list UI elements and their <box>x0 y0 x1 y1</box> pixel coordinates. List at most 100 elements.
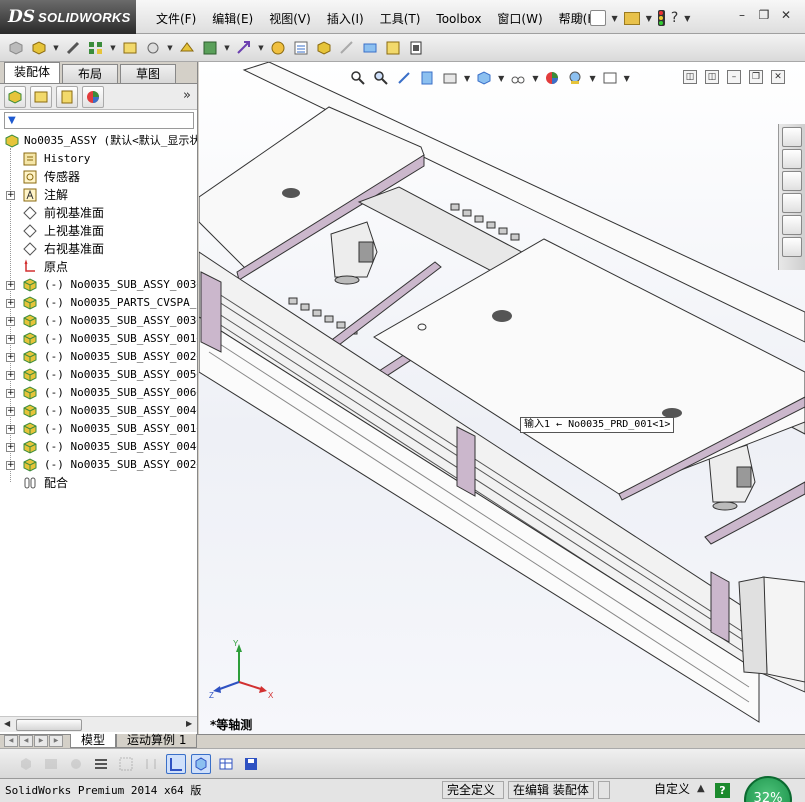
display-dropdown-icon[interactable]: ▼ <box>532 74 538 83</box>
dynamic-annotation-icon[interactable] <box>441 69 459 87</box>
expand-toggle-icon[interactable]: + <box>6 443 15 452</box>
design-library-icon[interactable] <box>782 149 802 169</box>
edit-appearance-icon[interactable] <box>543 69 561 87</box>
menu-insert[interactable]: 插入(I) <box>319 10 372 28</box>
traffic-light-icon[interactable] <box>657 10 665 26</box>
new-dropdown-icon[interactable]: ▼ <box>612 14 618 23</box>
help-question-icon[interactable]: ? <box>671 10 678 26</box>
tree-item[interactable]: 配合 <box>0 474 197 492</box>
expand-toggle-icon[interactable]: + <box>6 461 15 470</box>
component-appearance-icon[interactable] <box>41 754 61 774</box>
move-dropdown-icon[interactable]: ▼ <box>166 44 174 52</box>
linear-pattern-icon[interactable] <box>86 38 106 58</box>
save-view-icon[interactable] <box>241 754 261 774</box>
menu-file[interactable]: 文件(F) <box>148 10 204 28</box>
expand-toggle-icon[interactable]: + <box>6 191 15 200</box>
lightweight-icon[interactable] <box>66 754 86 774</box>
assembly-features-icon[interactable] <box>200 38 220 58</box>
tab-sketch[interactable]: 草图 <box>120 64 176 83</box>
minimize-icon[interactable]: – <box>734 8 750 24</box>
solidworks-resources-icon[interactable] <box>782 127 802 147</box>
tree-item[interactable]: + 注解 <box>0 186 197 204</box>
pin-icon[interactable]: ⚲ <box>574 11 584 26</box>
tree-item[interactable]: + (-) No0035_SUB_ASSY_002<2> <box>0 456 197 474</box>
display-manager-tab-icon[interactable] <box>82 85 104 108</box>
next-tab-icon[interactable]: ▶ <box>34 735 48 747</box>
move-component-icon[interactable] <box>143 38 163 58</box>
display-style-icon[interactable] <box>509 69 527 87</box>
orientation-dropdown-icon[interactable]: ▼ <box>498 74 504 83</box>
isometric-view-icon[interactable] <box>191 753 211 774</box>
tree-item[interactable]: + (-) No0035_SUB_ASSY_003<2> <box>0 312 197 330</box>
hole-alignment-icon[interactable] <box>406 38 426 58</box>
graphics-area[interactable]: ▼ ▼ ▼ ▼ ▼ ◫ ◫ – ❐ ✕ 输入1 ← No0035_PRD_001… <box>199 62 805 734</box>
sort-icon[interactable] <box>141 754 161 774</box>
prev-tab-icon[interactable]: ◀ <box>19 735 33 747</box>
help-dropdown-icon[interactable]: ▼ <box>684 14 690 23</box>
viewport-split-right-icon[interactable]: ◫ <box>705 70 719 84</box>
tree-item[interactable]: + (-) No0035_SUB_ASSY_001<1> <box>0 330 197 348</box>
tree-root[interactable]: No0035_ASSY (默认<默认_显示状 <box>0 132 197 150</box>
restore-icon[interactable]: ❐ <box>756 8 772 24</box>
property-manager-tab-icon[interactable] <box>30 85 52 108</box>
tree-item[interactable]: 上视基准面 <box>0 222 197 240</box>
mate-icon[interactable] <box>63 38 83 58</box>
view-orientation-icon[interactable] <box>475 69 493 87</box>
tab-assembly[interactable]: 装配体 <box>4 62 60 83</box>
exploded-view-icon[interactable] <box>314 38 334 58</box>
solidworks-logo[interactable]: DS SOLIDWORKS <box>0 0 136 34</box>
new-part-icon[interactable] <box>29 38 49 58</box>
interference-detection-icon[interactable] <box>360 38 380 58</box>
axis-view-icon[interactable] <box>166 753 186 774</box>
new-document-icon[interactable] <box>589 10 606 26</box>
section-view-icon[interactable] <box>418 69 436 87</box>
bill-of-materials-icon[interactable] <box>291 38 311 58</box>
menu-edit[interactable]: 编辑(E) <box>204 10 261 28</box>
tree-item[interactable]: + (-) No0035_PARTS_CVSPA_200 <box>0 294 197 312</box>
insert-component-icon[interactable] <box>6 38 26 58</box>
tree-item[interactable]: + (-) No0035_SUB_ASSY_002<1> <box>0 348 197 366</box>
expand-panel-icon[interactable]: » <box>183 88 191 103</box>
expand-toggle-icon[interactable]: + <box>6 389 15 398</box>
tab-model[interactable]: 模型 <box>70 734 117 748</box>
rebuild-icon[interactable] <box>16 754 36 774</box>
expand-toggle-icon[interactable]: + <box>6 317 15 326</box>
feature-tree-tab-icon[interactable] <box>4 85 26 108</box>
viewport-close-icon[interactable]: ✕ <box>771 70 785 84</box>
menu-toolbox[interactable]: Toolbox <box>428 10 489 28</box>
menu-tools[interactable]: 工具(T) <box>372 10 429 28</box>
menu-view[interactable]: 视图(V) <box>261 10 319 28</box>
custom-properties-icon[interactable] <box>782 237 802 257</box>
help-icon[interactable]: ? <box>715 783 730 798</box>
previous-view-icon[interactable] <box>395 69 413 87</box>
view-palette-icon[interactable] <box>782 193 802 213</box>
reference-geometry-icon[interactable] <box>234 38 254 58</box>
tree-item[interactable]: 传感器 <box>0 168 197 186</box>
viewport-restore-icon[interactable]: ❐ <box>749 70 763 84</box>
close-icon[interactable]: ✕ <box>778 8 794 24</box>
expand-toggle-icon[interactable]: + <box>6 299 15 308</box>
tree-item[interactable]: 右视基准面 <box>0 240 197 258</box>
appearances-scenes-icon[interactable] <box>782 215 802 235</box>
units-dropdown-icon[interactable]: ▲ <box>697 783 705 794</box>
tree-item[interactable]: History <box>0 150 197 168</box>
last-tab-icon[interactable]: ▶ <box>49 735 63 747</box>
new-motion-study-icon[interactable] <box>268 38 288 58</box>
expand-toggle-icon[interactable]: + <box>6 407 15 416</box>
show-hidden-icon[interactable] <box>177 38 197 58</box>
scene-dropdown-icon[interactable]: ▼ <box>589 74 595 83</box>
configuration-manager-tab-icon[interactable] <box>56 85 78 108</box>
units-custom[interactable]: 自定义 <box>614 781 694 799</box>
menu-window[interactable]: 窗口(W) <box>489 10 550 28</box>
file-explorer-icon[interactable] <box>782 171 802 191</box>
tab-motion-study-1[interactable]: 运动算例 1 <box>116 734 198 748</box>
explode-line-sketch-icon[interactable] <box>337 38 357 58</box>
table-view-icon[interactable] <box>216 754 236 774</box>
zoom-to-area-icon[interactable] <box>372 69 390 87</box>
tree-item[interactable]: + (-) No0035_SUB_ASSY_005<1> <box>0 366 197 384</box>
zoom-to-fit-icon[interactable] <box>349 69 367 87</box>
viewport-split-left-icon[interactable]: ◫ <box>683 70 697 84</box>
features-dropdown-icon[interactable]: ▼ <box>223 44 231 52</box>
pattern-dropdown-icon[interactable]: ▼ <box>109 44 117 52</box>
expand-toggle-icon[interactable]: + <box>6 371 15 380</box>
